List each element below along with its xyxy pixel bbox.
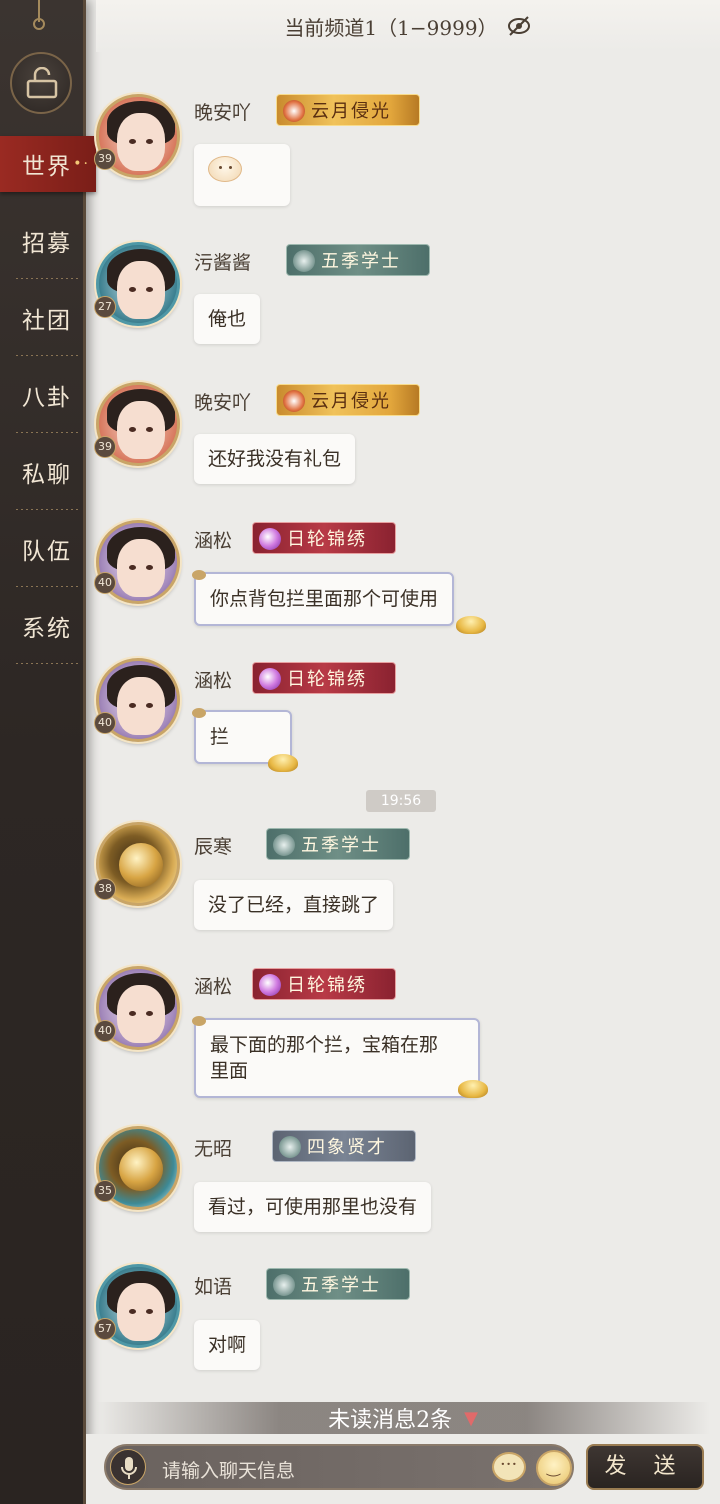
- microphone-icon: [121, 1457, 137, 1479]
- sender-name: 晚安吖: [194, 102, 252, 124]
- title-tag-icon: [273, 834, 295, 856]
- ingot-icon: [458, 1080, 488, 1098]
- title-tag: 云月侵光: [276, 384, 420, 416]
- face-emoji-icon: [208, 156, 242, 182]
- tab-system[interactable]: 系统: [0, 587, 86, 664]
- level-badge: 40: [94, 1020, 116, 1042]
- tab-label: 私聊: [22, 461, 72, 488]
- tab-label: 招募: [22, 230, 72, 257]
- message-line: 最下面的那个拦，宝箱在那: [210, 1034, 439, 1056]
- sender-name: 涵松: [194, 670, 233, 692]
- title-tag-icon: [259, 974, 281, 996]
- level-badge: 57: [94, 1318, 116, 1340]
- timestamp: 19:56: [366, 790, 436, 812]
- title-tag-icon: [279, 1136, 301, 1158]
- channel-header: 当前频道1（1−9999）: [96, 0, 720, 52]
- message-bubble: 对啊: [194, 1320, 261, 1370]
- message-bubble: 你点背包拦里面那个可使用: [191, 570, 455, 626]
- voice-button[interactable]: [110, 1449, 146, 1485]
- title-tag-label: 五季学士: [301, 835, 381, 856]
- title-tag: 五季学士: [266, 1268, 410, 1300]
- chat-input[interactable]: 请输入聊天信息: [104, 1444, 574, 1490]
- sender-name: 如语: [194, 1276, 233, 1298]
- pin-ring: [33, 18, 45, 30]
- emoji-icon[interactable]: [536, 1450, 572, 1486]
- message-line: 里面: [210, 1060, 249, 1082]
- title-tag: 四象贤才: [272, 1130, 416, 1162]
- chat-list[interactable]: 39 晚安吖 云月侵光 27 污酱酱 五季学士 俺也 39 晚安吖 云月侵光 还…: [86, 52, 720, 1402]
- level-badge: 27: [94, 296, 116, 318]
- level-badge: 39: [94, 148, 116, 170]
- level-badge: 38: [94, 878, 116, 900]
- tab-label: 系统: [22, 615, 72, 642]
- tab-label: 八卦: [22, 384, 72, 411]
- input-bar: 请输入聊天信息 发 送: [86, 1434, 720, 1504]
- title-tag-label: 日轮锦绣: [287, 529, 367, 550]
- title-tag: 云月侵光: [276, 94, 420, 126]
- sender-name: 晚安吖: [194, 392, 252, 414]
- send-button[interactable]: 发 送: [586, 1444, 704, 1490]
- hide-eye-icon[interactable]: [506, 13, 532, 39]
- title-tag-icon: [283, 100, 305, 122]
- lock-button[interactable]: [10, 52, 72, 114]
- unread-label: 未读消息2条: [328, 1408, 453, 1433]
- title-tag: 日轮锦绣: [252, 662, 396, 694]
- title-tag-label: 日轮锦绣: [287, 669, 367, 690]
- ingot-icon: [456, 616, 486, 634]
- title-tag-label: 四象贤才: [307, 1137, 387, 1158]
- title-tag: 五季学士: [266, 828, 410, 860]
- channel-nav: 世界 •· 招募 社团 八卦 私聊 队伍 系统: [0, 126, 96, 664]
- tab-label: 社团: [22, 307, 72, 334]
- ingot-icon: [268, 754, 298, 772]
- title-tag-label: 日轮锦绣: [287, 975, 367, 996]
- channel-title: 当前频道1（1−9999）: [284, 15, 498, 40]
- down-arrow-icon: ▼: [464, 1407, 478, 1429]
- tab-recruit[interactable]: 招募: [0, 202, 86, 279]
- message-bubble: 还好我没有礼包: [194, 434, 356, 484]
- title-tag-icon: [259, 668, 281, 690]
- sender-name: 污酱酱: [194, 252, 252, 274]
- quick-phrase-icon[interactable]: [492, 1452, 526, 1482]
- title-tag-icon: [283, 390, 305, 412]
- channel-sidebar: 世界 •· 招募 社团 八卦 私聊 队伍 系统: [0, 0, 96, 1504]
- title-tag-icon: [273, 1274, 295, 1296]
- input-placeholder: 请输入聊天信息: [162, 1460, 296, 1482]
- tab-team[interactable]: 队伍: [0, 510, 86, 587]
- level-badge: 40: [94, 712, 116, 734]
- title-tag-label: 五季学士: [321, 251, 401, 272]
- tab-label: 世界: [22, 154, 72, 180]
- title-tag: 五季学士: [286, 244, 430, 276]
- sender-name: 无昭: [194, 1138, 233, 1160]
- message-bubble: 俺也: [194, 294, 261, 344]
- level-badge: 40: [94, 572, 116, 594]
- tab-guild[interactable]: 社团: [0, 279, 86, 356]
- message-bubble: [194, 144, 290, 206]
- tab-label: 队伍: [22, 538, 72, 565]
- sender-name: 辰寒: [194, 836, 233, 858]
- message-bubble: 看过，可使用那里也没有: [194, 1182, 432, 1232]
- tab-world[interactable]: 世界 •·: [0, 136, 96, 192]
- level-badge: 35: [94, 1180, 116, 1202]
- title-tag: 日轮锦绣: [252, 968, 396, 1000]
- sender-name: 涵松: [194, 976, 233, 998]
- title-tag: 日轮锦绣: [252, 522, 396, 554]
- message-bubble: 最下面的那个拦，宝箱在那 里面: [192, 1016, 480, 1098]
- title-tag-label: 五季学士: [301, 1275, 381, 1296]
- unread-banner[interactable]: 未读消息2条 ▼: [96, 1402, 710, 1434]
- level-badge: 39: [94, 436, 116, 458]
- tab-private[interactable]: 私聊: [0, 433, 86, 510]
- sender-name: 涵松: [194, 530, 233, 552]
- tab-gossip[interactable]: 八卦: [0, 356, 86, 433]
- title-tag-icon: [293, 250, 315, 272]
- title-tag-icon: [259, 528, 281, 550]
- title-tag-label: 云月侵光: [311, 391, 391, 412]
- message-bubble: 没了已经，直接跳了: [194, 880, 394, 930]
- title-tag-label: 云月侵光: [311, 101, 391, 122]
- lock-icon: [26, 67, 58, 99]
